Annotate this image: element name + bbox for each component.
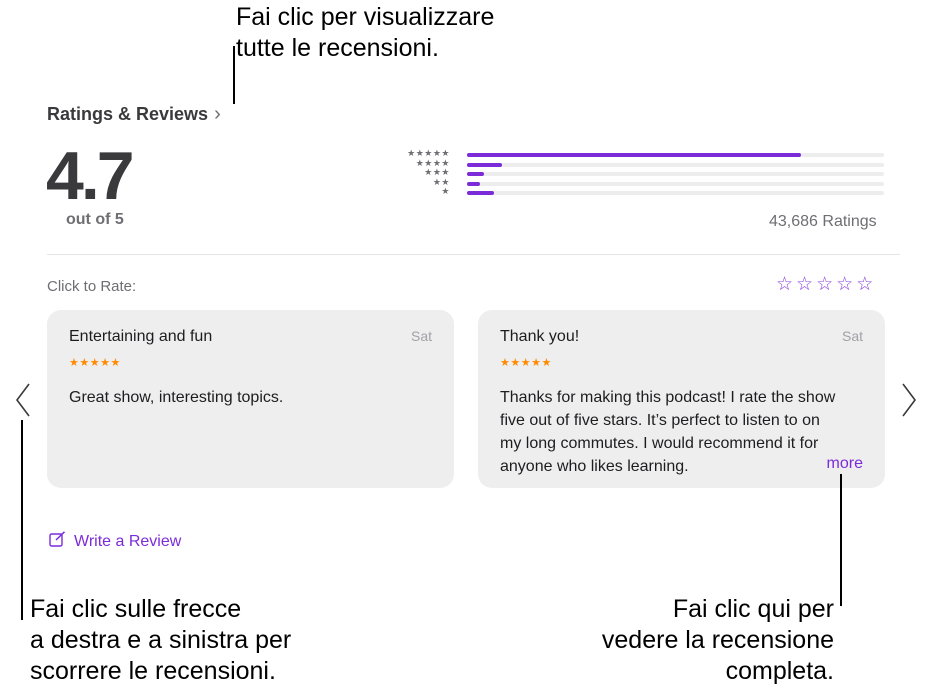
rate-star-1[interactable]: ☆: [776, 275, 793, 295]
review-title: Thank you!: [500, 328, 580, 345]
section-title: Ratings & Reviews: [47, 104, 209, 124]
chevron-right-icon: ›: [214, 103, 221, 125]
review-stars: ★★★★★: [69, 357, 121, 369]
average-rating: 4.7: [46, 138, 135, 214]
distribution-bar-fill: [467, 153, 801, 157]
previous-reviews-arrow[interactable]: [14, 382, 32, 418]
callout-leader-line: [840, 474, 842, 606]
distribution-bar-fill: [467, 191, 495, 196]
callout-view-all-reviews: Fai clic per visualizzare tutte le recen…: [236, 2, 494, 64]
rating-scale: out of 5: [66, 211, 124, 228]
callout-line: Fai clic qui per: [672, 595, 834, 623]
distribution-bar-fill: [467, 181, 480, 186]
review-title: Entertaining and fun: [69, 328, 213, 345]
next-reviews-arrow[interactable]: [900, 382, 918, 418]
review-body: Thanks for making this podcast! I rate t…: [500, 389, 836, 475]
rate-star-2[interactable]: ☆: [796, 275, 813, 295]
callout-leader-line: [233, 46, 235, 104]
callout-full-review: Fai clic qui per vedere la recensione co…: [602, 594, 834, 687]
rate-star-4[interactable]: ☆: [836, 275, 853, 295]
callout-line: scorrere le recensioni.: [30, 657, 276, 685]
review-date: Sat: [410, 328, 432, 344]
distribution-bar: [467, 172, 884, 177]
ratings-reviews-link[interactable]: Ratings & Reviews ›: [47, 103, 221, 126]
distribution-bar: [467, 162, 884, 167]
ratings-count: 43,686 Ratings: [769, 213, 877, 230]
chevron-right-icon: [902, 383, 916, 417]
rate-star-5[interactable]: ☆: [856, 275, 873, 295]
click-to-rate-label: Click to Rate:: [47, 278, 137, 295]
more-link[interactable]: more: [812, 455, 863, 473]
callout-line: tutte le recensioni.: [236, 34, 439, 62]
review-card[interactable]: Entertaining and fun Sat ★★★★★ Great sho…: [47, 310, 454, 488]
write-review-button[interactable]: Write a Review: [49, 531, 181, 553]
distribution-bar: [467, 191, 884, 196]
distribution-bar-fill: [467, 162, 503, 167]
distribution-stars: ★★★: [424, 167, 450, 178]
distribution-bar-fill: [467, 172, 484, 177]
review-date: Sat: [841, 328, 863, 344]
callout-line: completa.: [725, 657, 834, 685]
distribution-stars: ★: [441, 186, 450, 197]
callout-line: a destra e a sinistra per: [30, 626, 292, 654]
callout-scroll-arrows: Fai clic sulle frecce a destra e a sinis…: [30, 594, 291, 687]
rate-star-3[interactable]: ☆: [816, 275, 833, 295]
distribution-bar: [467, 153, 884, 157]
callout-line: vedere la recensione: [601, 626, 834, 654]
callout-line: Fai clic sulle frecce: [30, 595, 242, 623]
review-card[interactable]: Thank you! Sat ★★★★★ Thanks for making t…: [478, 310, 885, 488]
review-body: Great show, interesting topics.: [69, 389, 284, 406]
review-stars: ★★★★★: [500, 357, 552, 369]
rate-stars: ☆ ☆ ☆ ☆ ☆: [776, 275, 873, 295]
divider: [47, 254, 900, 255]
compose-icon: [49, 531, 66, 553]
callout-line: Fai clic per visualizzare: [236, 3, 495, 31]
write-review-label: Write a Review: [74, 533, 182, 550]
distribution-bar: [467, 181, 884, 186]
callout-leader-line: [21, 420, 23, 620]
chevron-left-icon: [16, 383, 30, 417]
distribution-stars: ★★★★★: [407, 148, 450, 158]
